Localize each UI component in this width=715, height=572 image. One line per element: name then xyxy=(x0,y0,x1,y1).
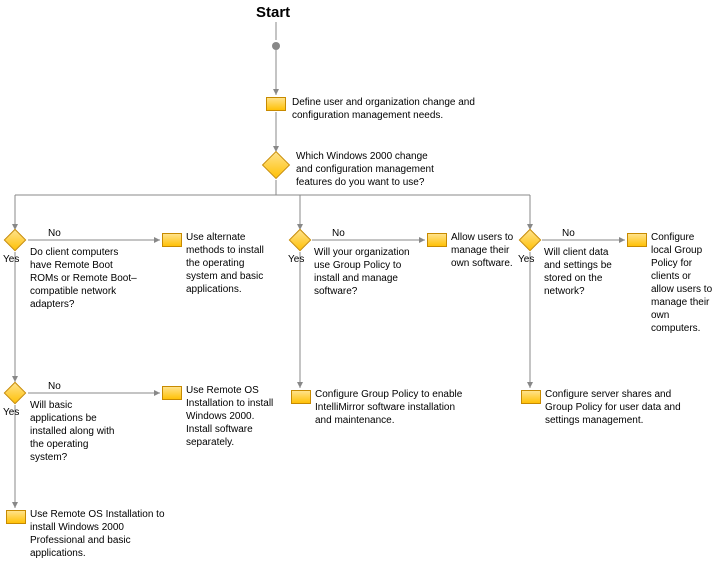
step-define-needs-node xyxy=(266,97,286,111)
branch-a-q2-no-text: Use Remote OS Installation to install Wi… xyxy=(186,384,278,449)
branch-b-q1-no-node xyxy=(427,233,447,247)
branch-a-q2-yes-node xyxy=(6,510,26,524)
branch-a-q2-yes-text: Use Remote OS Installation to install Wi… xyxy=(30,508,180,560)
branch-a-q1-node xyxy=(4,229,27,252)
branch-c-q1-text: Will client data and settings be stored … xyxy=(544,246,624,298)
branch-b-q1-yes-text: Configure Group Policy to enable Intelli… xyxy=(315,388,465,427)
branch-b-q1-yes-label: Yes xyxy=(288,254,304,265)
start-label: Start xyxy=(256,4,290,21)
step-define-needs-text: Define user and organization change and … xyxy=(292,96,502,122)
branch-a-q1-no-label: No xyxy=(48,228,61,239)
branch-a-q2-text: Will basic applications be installed alo… xyxy=(30,399,122,464)
branch-a-q1-text: Do client computers have Remote Boot ROM… xyxy=(30,246,140,311)
start-node xyxy=(272,42,280,50)
branch-c-q1-yes-text: Configure server shares and Group Policy… xyxy=(545,388,695,427)
branch-a-q2-node xyxy=(4,382,27,405)
branch-a-q2-no-node xyxy=(162,386,182,400)
branch-a-q2-yes-label: Yes xyxy=(3,407,19,418)
branch-c-q1-yes-label: Yes xyxy=(518,254,534,265)
branch-c-q1-no-text: Configure local Group Policy for clients… xyxy=(651,231,713,335)
branch-b-q1-no-label: No xyxy=(332,228,345,239)
branch-b-q1-node xyxy=(289,229,312,252)
branch-a-q1-no-node xyxy=(162,233,182,247)
branch-b-q1-text: Will your organization use Group Policy … xyxy=(314,246,416,298)
branch-a-q1-yes-label: Yes xyxy=(3,254,19,265)
branch-b-q1-yes-node xyxy=(291,390,311,404)
decision-main-text: Which Windows 2000 change and configurat… xyxy=(296,150,436,189)
branch-a-q2-no-label: No xyxy=(48,381,61,392)
branch-c-q1-no-node xyxy=(627,233,647,247)
decision-main-node xyxy=(262,151,290,179)
branch-c-q1-yes-node xyxy=(521,390,541,404)
branch-a-q1-no-text: Use alternate methods to install the ope… xyxy=(186,231,278,296)
branch-c-q1-no-label: No xyxy=(562,228,575,239)
